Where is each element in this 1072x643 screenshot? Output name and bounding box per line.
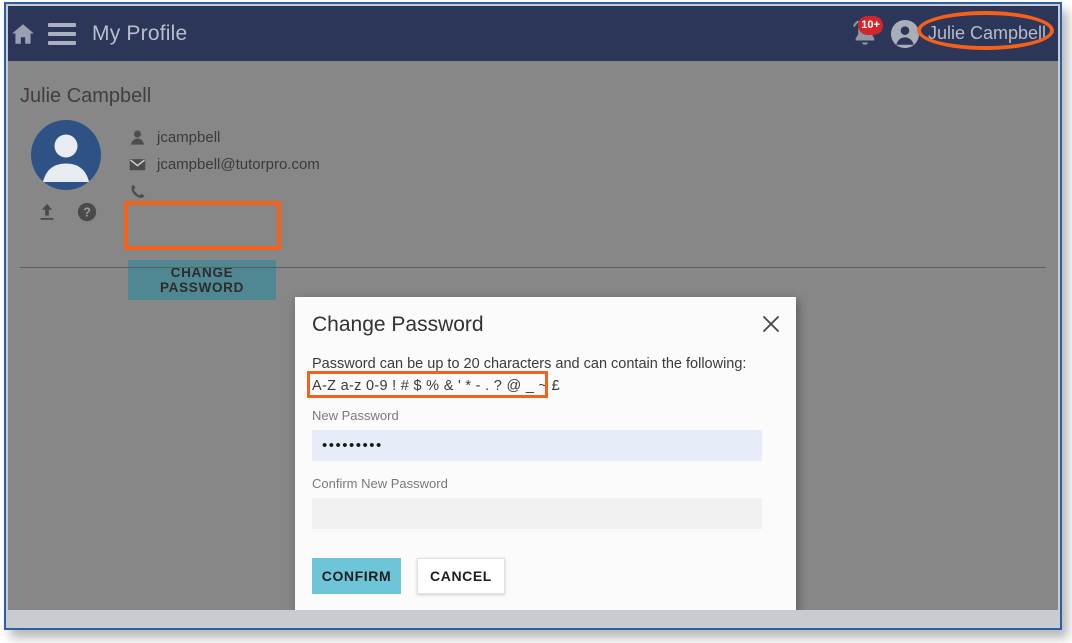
notification-badge: 10+ xyxy=(858,15,883,35)
user-menu[interactable]: Julie Campbell xyxy=(890,19,1046,49)
application-window: My Profile 10+ Julie Campbell Julie Camp… xyxy=(4,2,1062,630)
dialog-title: Change Password xyxy=(312,313,484,336)
topbar-right-group: 10+ Julie Campbell xyxy=(848,15,1058,51)
password-rules-line-2: A-Z a-z 0-9 ! # $ % & ' * - . ? @ _ ~ £ xyxy=(312,378,560,394)
user-menu-label: Julie Campbell xyxy=(927,23,1046,43)
profile-field-value: jcampbell xyxy=(157,129,221,146)
envelope-icon xyxy=(129,159,146,171)
home-icon[interactable] xyxy=(10,21,36,47)
user-avatar-icon xyxy=(890,19,919,48)
person-icon xyxy=(130,130,145,145)
cancel-button[interactable]: CANCEL xyxy=(417,558,505,594)
hamburger-menu-icon[interactable] xyxy=(48,22,76,45)
window-content-area: My Profile 10+ Julie Campbell Julie Camp… xyxy=(8,6,1058,610)
change-password-button[interactable]: CHANGE PASSWORD xyxy=(128,260,276,300)
window-bottom-chrome xyxy=(8,610,1058,628)
profile-field-username: jcampbell xyxy=(128,125,320,150)
upload-icon[interactable] xyxy=(36,201,58,223)
close-icon[interactable] xyxy=(758,311,784,337)
profile-display-name: Julie Campbell xyxy=(20,85,152,107)
new-password-input[interactable] xyxy=(312,430,762,461)
avatar-tools: ? xyxy=(36,201,98,223)
hamburger-line xyxy=(48,40,76,45)
hamburger-line xyxy=(48,31,76,36)
phone-icon xyxy=(131,184,145,198)
confirm-password-label: Confirm New Password xyxy=(312,476,448,491)
svg-text:?: ? xyxy=(83,205,91,220)
profile-field-phone xyxy=(128,179,320,204)
section-divider xyxy=(20,267,1046,268)
profile-field-list: jcampbell jcampbell@tutorpro.com xyxy=(128,125,320,206)
new-password-group: New Password xyxy=(312,408,762,461)
hamburger-line xyxy=(48,22,76,27)
confirm-password-group: Confirm New Password xyxy=(312,476,762,529)
profile-field-value: jcampbell@tutorpro.com xyxy=(157,156,320,173)
top-navigation-bar: My Profile 10+ Julie Campbell xyxy=(8,6,1058,61)
notifications-button[interactable]: 10+ xyxy=(848,15,883,51)
dialog-actions: CONFIRM CANCEL xyxy=(312,558,505,594)
confirm-password-input[interactable] xyxy=(312,498,762,529)
change-password-dialog: Change Password Password can be up to 20… xyxy=(295,297,796,610)
profile-field-email: jcampbell@tutorpro.com xyxy=(128,152,320,177)
user-avatar-large-icon[interactable] xyxy=(30,119,102,191)
help-icon[interactable]: ? xyxy=(76,201,98,223)
new-password-label: New Password xyxy=(312,408,399,423)
confirm-button[interactable]: CONFIRM xyxy=(312,558,401,594)
page-title: My Profile xyxy=(92,21,188,45)
password-rules-line-1: Password can be up to 20 characters and … xyxy=(312,356,747,372)
